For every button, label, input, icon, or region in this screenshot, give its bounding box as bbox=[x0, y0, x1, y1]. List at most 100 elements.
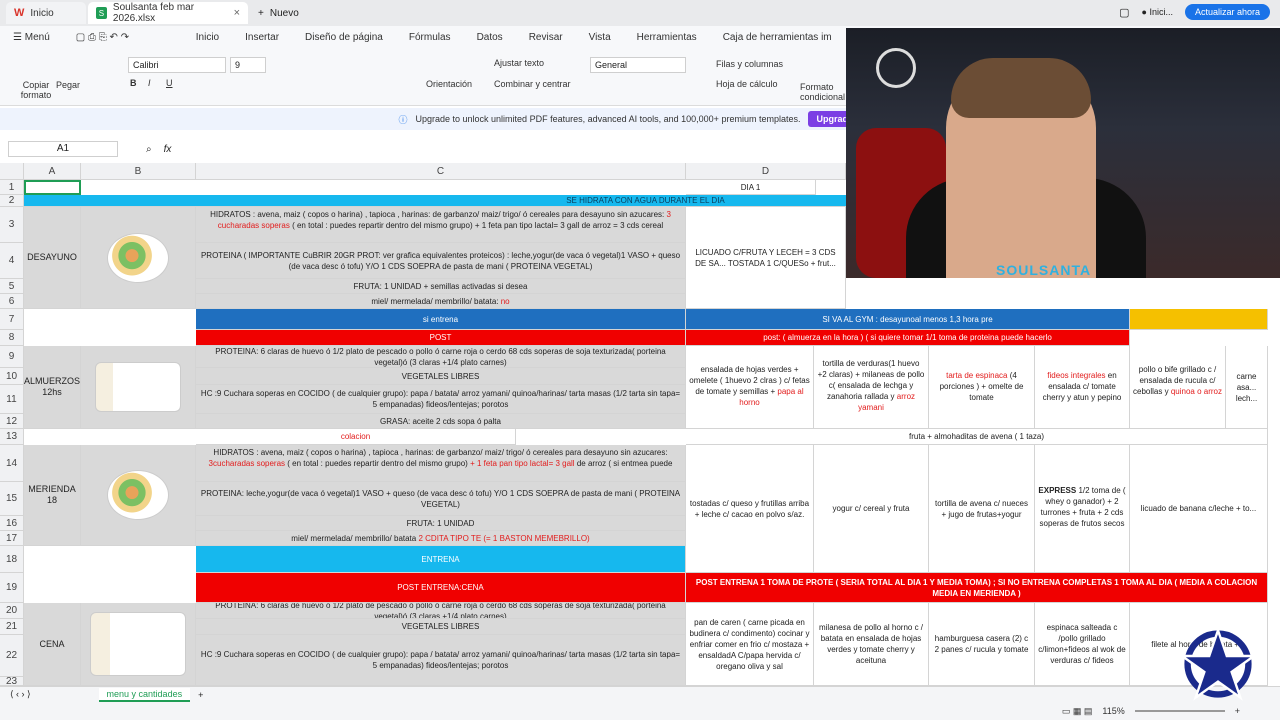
row-header[interactable]: 7 bbox=[0, 309, 24, 330]
colacion-label[interactable]: colacion bbox=[196, 429, 516, 445]
sheet-tab-menu[interactable]: menu y cantidades bbox=[98, 687, 191, 702]
cell-i10[interactable]: carne asa... lech... bbox=[1226, 346, 1268, 429]
menu-button[interactable]: ☰ Menú bbox=[0, 32, 63, 43]
name-box[interactable]: A1 bbox=[8, 141, 118, 157]
search-icon[interactable]: ⌕ bbox=[146, 144, 152, 155]
row-header[interactable]: 12 bbox=[0, 414, 24, 429]
cell-c4[interactable]: PROTEINA ( IMPORTANTE CuBRIR 20GR PROT: … bbox=[196, 243, 686, 279]
row-header[interactable]: 4 bbox=[0, 243, 24, 279]
select-all-corner[interactable] bbox=[0, 163, 24, 180]
cell-g15[interactable]: EXPRESS 1/2 toma de ( whey o ganador) + … bbox=[1035, 445, 1130, 573]
row-header[interactable]: 22 bbox=[0, 635, 24, 677]
cell-h10[interactable]: pollo o bife grillado c / ensalada de ru… bbox=[1130, 346, 1226, 429]
row-header[interactable]: 21 bbox=[0, 619, 24, 635]
column-header-d[interactable]: D bbox=[686, 163, 846, 180]
row-header[interactable]: 5 bbox=[0, 279, 24, 294]
tab-herramientas[interactable]: Herramientas bbox=[624, 32, 710, 43]
row-header[interactable]: 11 bbox=[0, 385, 24, 414]
italic-button[interactable]: I bbox=[148, 78, 151, 88]
row-header[interactable]: 10 bbox=[0, 368, 24, 385]
cell-e21[interactable]: milanesa de pollo al horno c / batata en… bbox=[814, 603, 929, 686]
sheet-button[interactable]: Hoja de cálculo bbox=[716, 79, 778, 89]
cell-d10[interactable]: ensalada de hojas verdes + omelete ( 1hu… bbox=[686, 346, 814, 429]
cell-f10[interactable]: tarta de espinaca (4 porciones ) + omelt… bbox=[929, 346, 1035, 429]
tab-file[interactable]: S Soulsanta feb mar 2026.xlsx × bbox=[88, 2, 248, 24]
cell-c16[interactable]: FRUTA: 1 UNIDAD bbox=[196, 516, 686, 531]
cell-d15[interactable]: tostadas c/ queso y frutillas arriba + l… bbox=[686, 445, 814, 573]
cell-c17[interactable]: miel/ mermelada/ membrillo/ batata 2 CDI… bbox=[196, 531, 686, 546]
cell-e10[interactable]: tortilla de verduras(1 huevo +2 claras) … bbox=[814, 346, 929, 429]
post-entrena-cena-banner[interactable]: POST ENTRENA:CENA bbox=[196, 573, 686, 603]
font-size-select[interactable]: 9 bbox=[230, 57, 266, 73]
entrena-banner[interactable]: ENTRENA bbox=[196, 546, 686, 573]
cell-g10[interactable]: fideos integrales en ensalada c/ tomate … bbox=[1035, 346, 1130, 429]
row-header[interactable]: 23 bbox=[0, 676, 24, 686]
zoom-level[interactable]: 115% bbox=[1102, 706, 1124, 716]
font-select[interactable]: Calibri bbox=[128, 57, 226, 73]
cell-a1-selected[interactable] bbox=[24, 180, 81, 195]
cell-c10[interactable]: VEGETALES LIBRES bbox=[196, 368, 686, 385]
tab-vista[interactable]: Vista bbox=[576, 32, 624, 43]
conditional-format-button[interactable]: Formato condicional bbox=[800, 82, 846, 102]
post-entrena-prote-banner[interactable]: POST ENTRENA 1 TOMA DE PROTE ( SERIA TOT… bbox=[686, 573, 1268, 603]
row-header[interactable]: 2 bbox=[0, 195, 24, 207]
cell-d1[interactable]: DIA 1 bbox=[686, 180, 816, 195]
row-header[interactable]: 16 bbox=[0, 516, 24, 531]
row-header[interactable]: 15 bbox=[0, 482, 24, 516]
update-now-button[interactable]: Actualizar ahora bbox=[1184, 4, 1270, 20]
post-lunch-banner[interactable]: post: ( almuerza en la hora ) ( si quier… bbox=[686, 330, 1130, 346]
sheet-nav-arrows[interactable]: ⟨ ‹ › ⟩ bbox=[10, 689, 31, 700]
underline-button[interactable]: U bbox=[166, 78, 173, 88]
cell-c11[interactable]: HC :9 Cuchara soperas en COCIDO ( de cua… bbox=[196, 385, 686, 414]
tab-datos[interactable]: Datos bbox=[464, 32, 516, 43]
cell-c20[interactable]: PROTEINA: 6 claras de huevo ó 1/2 plato … bbox=[196, 603, 686, 619]
tab-caja-herramientas[interactable]: Caja de herramientas im bbox=[710, 32, 845, 43]
row-header[interactable]: 9 bbox=[0, 346, 24, 368]
label-almuerzos[interactable]: ALMUERZOS 12hs bbox=[24, 346, 81, 429]
row-header[interactable]: 3 bbox=[0, 207, 24, 243]
row-header[interactable]: 20 bbox=[0, 603, 24, 619]
cell-c15[interactable]: PROTEINA: leche,yogur(de vaca ó vegetal)… bbox=[196, 482, 686, 516]
cell-c6[interactable]: miel/ mermelada/ membrillo/ batata: no bbox=[196, 294, 686, 309]
account-button[interactable]: ● Inici... bbox=[1142, 7, 1173, 17]
cell-c22[interactable]: HC :9 Cuchara soperas en COCIDO ( de cua… bbox=[196, 635, 686, 686]
copy-format-button[interactable]: Copiar formato bbox=[18, 80, 54, 100]
column-header-a[interactable]: A bbox=[24, 163, 81, 180]
tab-home[interactable]: W Inicio bbox=[6, 2, 86, 24]
cell-f21[interactable]: hamburguesa casera (2) c 2 panes c/ rucu… bbox=[929, 603, 1035, 686]
tab-diseno[interactable]: Diseño de página bbox=[292, 32, 396, 43]
yellow-cell[interactable] bbox=[1130, 309, 1268, 330]
cell-d13[interactable]: fruta + almohaditas de avena ( 1 taza) bbox=[686, 429, 1268, 445]
tab-insertar[interactable]: Insertar bbox=[232, 32, 292, 43]
cell-g21[interactable]: espinaca salteada c /pollo grillado c/li… bbox=[1035, 603, 1130, 686]
close-tab-icon[interactable]: × bbox=[234, 7, 240, 19]
cell-f15[interactable]: tortilla de avena c/ nueces + jugo de fr… bbox=[929, 445, 1035, 573]
orientation-button[interactable]: Orientación bbox=[426, 79, 472, 89]
cell-e15[interactable]: yogur c/ cereal y fruta bbox=[814, 445, 929, 573]
zoom-in-icon[interactable]: + bbox=[1235, 706, 1240, 716]
tab-inicio[interactable]: Inicio bbox=[183, 32, 232, 43]
post-banner[interactable]: POST bbox=[196, 330, 686, 346]
column-header-c[interactable]: C bbox=[196, 163, 686, 180]
row-header[interactable]: 17 bbox=[0, 531, 24, 546]
row-header[interactable]: 6 bbox=[0, 294, 24, 309]
label-desayuno[interactable]: DESAYUNO bbox=[24, 207, 81, 309]
bold-button[interactable]: B bbox=[130, 78, 137, 88]
cell-d21[interactable]: pan de caren ( carne picada en budinera … bbox=[686, 603, 814, 686]
view-mode-icons[interactable]: ▭ ▦ ▤ bbox=[1062, 706, 1093, 717]
fx-icon[interactable]: fx bbox=[164, 144, 172, 155]
row-header[interactable]: 1 bbox=[0, 180, 24, 195]
zoom-slider[interactable] bbox=[1134, 710, 1225, 712]
label-cena[interactable]: CENA bbox=[24, 603, 81, 686]
new-tab-button[interactable]: + Nuevo bbox=[258, 8, 299, 19]
number-format-select[interactable]: General bbox=[590, 57, 686, 73]
row-header[interactable]: 13 bbox=[0, 429, 24, 445]
paste-button[interactable]: Pegar bbox=[56, 80, 80, 90]
si-entrena-banner[interactable]: si entrena bbox=[196, 309, 686, 330]
rows-cols-button[interactable]: Filas y columnas bbox=[716, 59, 783, 69]
cell-c12[interactable]: GRASA: aceite 2 cds sopa ó palta bbox=[196, 414, 686, 429]
column-header-b[interactable]: B bbox=[81, 163, 196, 180]
cell-c3[interactable]: HIDRATOS : avena, maiz ( copos o harina)… bbox=[196, 207, 686, 243]
row-header[interactable]: 8 bbox=[0, 330, 24, 346]
label-merienda[interactable]: MERIENDA 18 bbox=[24, 445, 81, 546]
